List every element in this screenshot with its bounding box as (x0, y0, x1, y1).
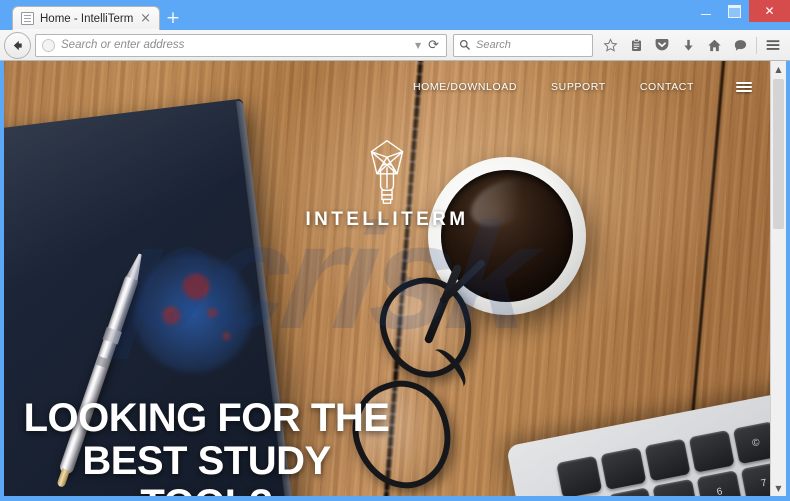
keyboard-key: © (732, 421, 770, 465)
window-controls: ✕ (691, 0, 790, 22)
search-placeholder: Search (476, 39, 511, 51)
close-window-icon: ✕ (764, 4, 775, 18)
scroll-up-arrow-icon[interactable]: ▲ (771, 61, 786, 77)
intelliterm-landing-page: © 3 4 5 6 7 8 9 E R T Y U I O (4, 61, 770, 496)
search-icon (459, 39, 470, 50)
tab-strip: Home - IntelliTerm × + (0, 0, 186, 30)
maximize-button[interactable] (720, 0, 749, 22)
close-icon[interactable]: × (140, 12, 151, 25)
back-button[interactable] (4, 31, 31, 59)
site-header: HOME/DOWNLOAD SUPPORT CONTACT (4, 61, 770, 113)
browser-tab[interactable]: Home - IntelliTerm × (12, 6, 160, 30)
close-window-button[interactable]: ✕ (749, 0, 790, 22)
reload-icon[interactable]: ⟳ (428, 38, 442, 53)
browser-window: Home - IntelliTerm × + ✕ Search or enter… (0, 0, 790, 501)
pocket-icon[interactable] (649, 32, 675, 58)
hero-headline-line2: BEST STUDY TOOL? (82, 439, 331, 496)
nav-contact[interactable]: CONTACT (640, 81, 694, 93)
reading-list-icon[interactable] (623, 32, 649, 58)
toolbar-divider (756, 36, 757, 54)
hero-section: LOOKING FOR THE BEST STUDY TOOL? SEARCH … (4, 396, 409, 496)
chevron-down-icon[interactable]: ▼ (408, 41, 428, 50)
hamburger-menu-icon[interactable] (760, 32, 786, 58)
address-bar[interactable]: Search or enter address ▼ ⟳ (35, 33, 447, 57)
keyboard-key (600, 447, 647, 491)
keyboard-key: 4 (608, 487, 655, 496)
keyboard-key (688, 429, 735, 473)
browser-toolbar: Search or enter address ▼ ⟳ Search (0, 30, 790, 61)
page-viewport: © 3 4 5 6 7 8 9 E R T Y U I O (0, 61, 790, 501)
address-bar-placeholder: Search or enter address (61, 39, 185, 51)
hero-headline: LOOKING FOR THE BEST STUDY TOOL? (18, 396, 395, 496)
home-icon[interactable] (701, 32, 727, 58)
tab-title: Home - IntelliTerm (40, 12, 134, 25)
keyboard-key (644, 438, 691, 482)
page-scrollbar[interactable]: ▲ ▼ (770, 61, 786, 496)
nav-home-download[interactable]: HOME/DOWNLOAD (413, 81, 517, 93)
page-favicon (21, 12, 34, 25)
new-tab-button[interactable]: + (160, 6, 186, 30)
minimize-button[interactable] (691, 0, 720, 22)
site-navigation: HOME/DOWNLOAD SUPPORT CONTACT (413, 81, 752, 93)
keyboard-key: 5 (652, 478, 699, 496)
downloads-icon[interactable] (675, 32, 701, 58)
hero-headline-line1: LOOKING FOR THE (23, 396, 390, 440)
keyboard-key: 6 (696, 470, 743, 496)
site-hamburger-menu-icon[interactable] (736, 81, 752, 93)
scrollbar-thumb[interactable] (773, 79, 784, 229)
nav-support[interactable]: SUPPORT (551, 81, 606, 93)
browser-titlebar: Home - IntelliTerm × + ✕ (0, 0, 790, 30)
toolbar-icon-group (597, 32, 786, 58)
search-bar[interactable]: Search (453, 33, 593, 57)
back-arrow-icon (13, 40, 22, 50)
keyboard-key (556, 455, 603, 496)
sync-chat-icon[interactable] (727, 32, 753, 58)
keyboard-key: 7 (740, 461, 770, 496)
scroll-down-arrow-icon[interactable]: ▼ (771, 480, 786, 496)
site-identity-icon (42, 38, 55, 52)
bookmark-star-icon[interactable] (597, 32, 623, 58)
